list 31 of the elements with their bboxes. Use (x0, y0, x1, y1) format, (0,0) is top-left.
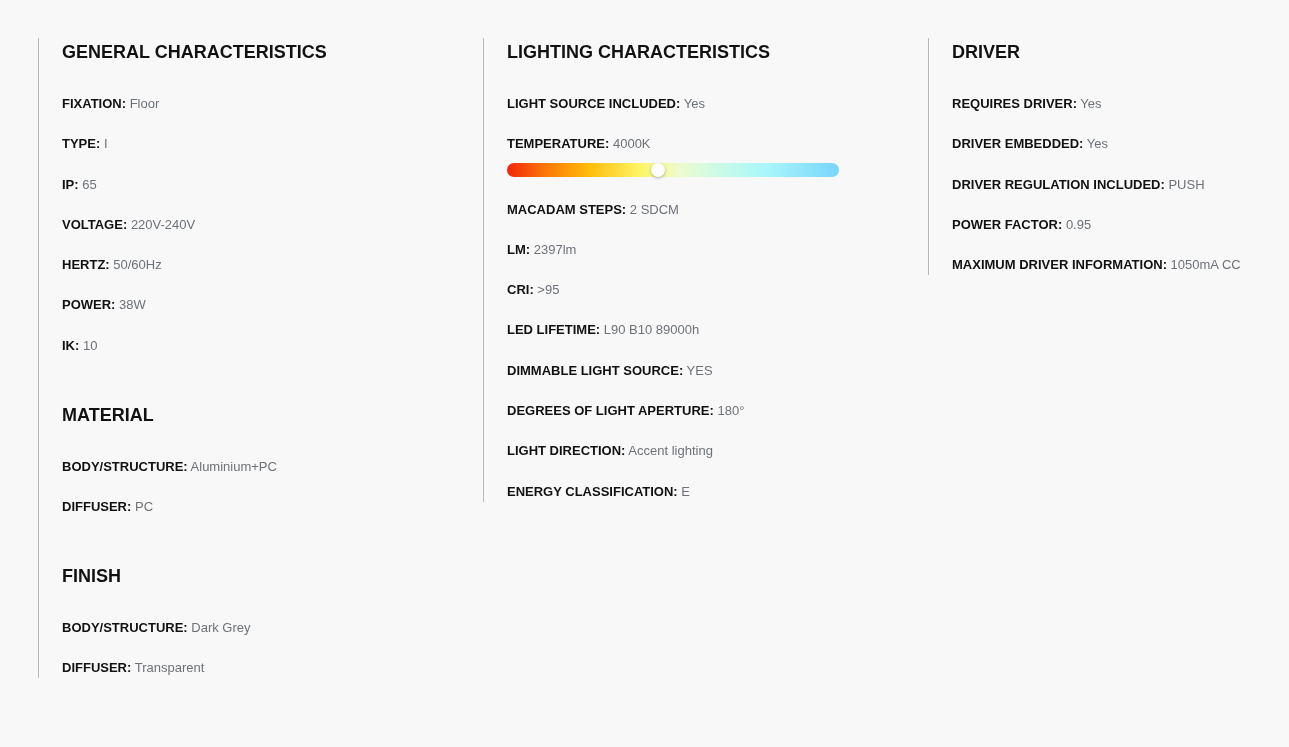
spec-text: DIMMABLE LIGHT SOURCE: YES (507, 362, 714, 379)
spec-text: REQUIRES DRIVER: Yes (952, 96, 1103, 112)
spec-text: DIFFUSER: PC (62, 499, 155, 516)
spec-text: DRIVER REGULATION INCLUDED: PUSH (952, 176, 1206, 193)
section-heading: FINISH (62, 565, 122, 588)
spec-text: POWER: 38W (62, 297, 147, 314)
spec-text: LIGHT SOURCE INCLUDED: Yes (507, 96, 706, 112)
spec-text: DIFFUSER: Transparent (62, 660, 206, 677)
spec-text: MACADAM STEPS: 2 SDCM (507, 201, 680, 218)
spec-text: TEMPERATURE: 4000K (507, 136, 652, 153)
spec-text: BODY/STRUCTURE: Dark Grey (62, 620, 252, 637)
spec-text: LM: 2397lm (507, 241, 578, 258)
section-heading: DRIVER (952, 41, 1021, 63)
spec-text: BODY/STRUCTURE: Aluminium+PC (62, 458, 278, 475)
spec-text: DEGREES OF LIGHT APERTURE: 180° (507, 403, 746, 420)
spec-text: TYPE: I (62, 136, 109, 153)
spec-text: HERTZ: 50/60Hz (62, 257, 163, 274)
section-heading: GENERAL CHARACTERISTICS (62, 41, 328, 63)
spec-text: VOLTAGE: 220V-240V (62, 216, 197, 233)
spec-text: ENERGY CLASSIFICATION: E (507, 483, 691, 500)
spec-text: POWER FACTOR: 0.95 (952, 216, 1093, 233)
spec-text: CRI: >95 (507, 282, 561, 299)
spec-text: DRIVER EMBEDDED: Yes (952, 136, 1110, 153)
section-heading: LIGHTING CHARACTERISTICS (507, 41, 771, 63)
spec-text: LED LIFETIME: L90 B10 89000h (507, 322, 701, 339)
section-heading: MATERIAL (62, 403, 155, 426)
spec-text: LIGHT DIRECTION: Accent lighting (507, 443, 714, 460)
spec-text: MAXIMUM DRIVER INFORMATION: 1050mA CC (952, 257, 1242, 274)
spec-text: IP: 65 (62, 176, 98, 193)
spec-text: IK: 10 (62, 337, 99, 354)
spec-text: FIXATION: Floor (62, 96, 161, 112)
